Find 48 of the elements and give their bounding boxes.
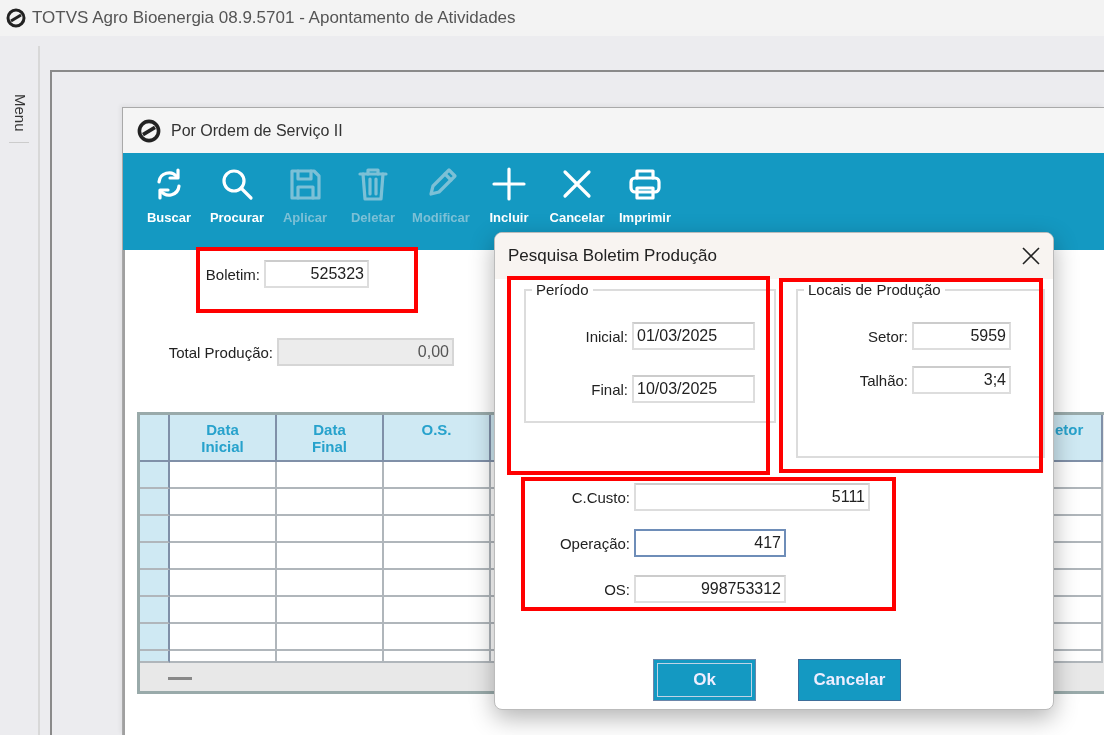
menu-tab[interactable]: Menu (9, 84, 29, 143)
scroll-handle[interactable] (168, 677, 192, 680)
toolbar-button[interactable]: Imprimir (611, 166, 679, 225)
field-label: Boletim: (205, 265, 260, 283)
dialog-title: Pesquisa Boletim Produção (508, 246, 717, 266)
field-label: Final: (591, 380, 628, 398)
row-selector-cell[interactable] (140, 570, 170, 597)
dialog-button[interactable]: Cancelar (798, 659, 901, 701)
input-field[interactable]: 525323 (264, 260, 369, 288)
toolbar-button[interactable]: Cancelar (543, 166, 611, 225)
toolbar-button[interactable]: Incluir (475, 166, 543, 225)
window-logo-icon (137, 118, 161, 143)
printer-icon (627, 166, 663, 202)
app-logo-icon (6, 8, 26, 28)
window-title: Por Ordem de Serviço II (171, 121, 343, 140)
row-selector-cell[interactable] (140, 624, 170, 651)
field-label: Total Produção: (168, 343, 273, 361)
toolbar-button[interactable]: Buscar (135, 166, 203, 225)
row-selector-cell[interactable] (140, 597, 170, 624)
row-selector-cell[interactable] (140, 516, 170, 543)
header-corner-cell (140, 415, 170, 462)
column-header[interactable]: Data Inicial (170, 415, 277, 462)
row-selector-cell[interactable] (140, 543, 170, 570)
close-icon[interactable] (1021, 246, 1041, 266)
input-field[interactable]: 417 (634, 529, 786, 557)
input-field[interactable]: 5959 (912, 322, 1011, 350)
field-label: Talhão: (859, 371, 908, 389)
row-selector-cell[interactable] (140, 489, 170, 516)
input-field[interactable]: 10/03/2025 (632, 375, 755, 403)
input-field[interactable]: 3;4 (912, 366, 1011, 394)
field-label: Inicial: (585, 327, 628, 345)
search-icon (219, 166, 255, 202)
plus-icon (491, 166, 527, 202)
row-selector-cell[interactable] (140, 462, 170, 489)
column-header[interactable]: Data Final (277, 415, 384, 462)
dialog-button[interactable]: Ok (653, 659, 756, 701)
column-header[interactable]: O.S. (384, 415, 491, 462)
input-field[interactable]: 01/03/2025 (632, 322, 755, 350)
group-title: Período (532, 281, 593, 298)
row-selector-cell[interactable] (140, 651, 170, 663)
toolbar-button[interactable]: Procurar (203, 166, 271, 225)
field-label: Operação: (559, 534, 630, 552)
field-label: OS: (604, 580, 630, 598)
field-label: Setor: (867, 327, 908, 345)
input-field[interactable]: 998753312 (634, 575, 786, 603)
input-field[interactable]: 5111 (634, 483, 870, 511)
app-title: TOTVS Agro Bioenergia 08.9.5701 - Apontamento de Atividades (32, 8, 516, 28)
field-label: C.Custo: (571, 488, 630, 506)
